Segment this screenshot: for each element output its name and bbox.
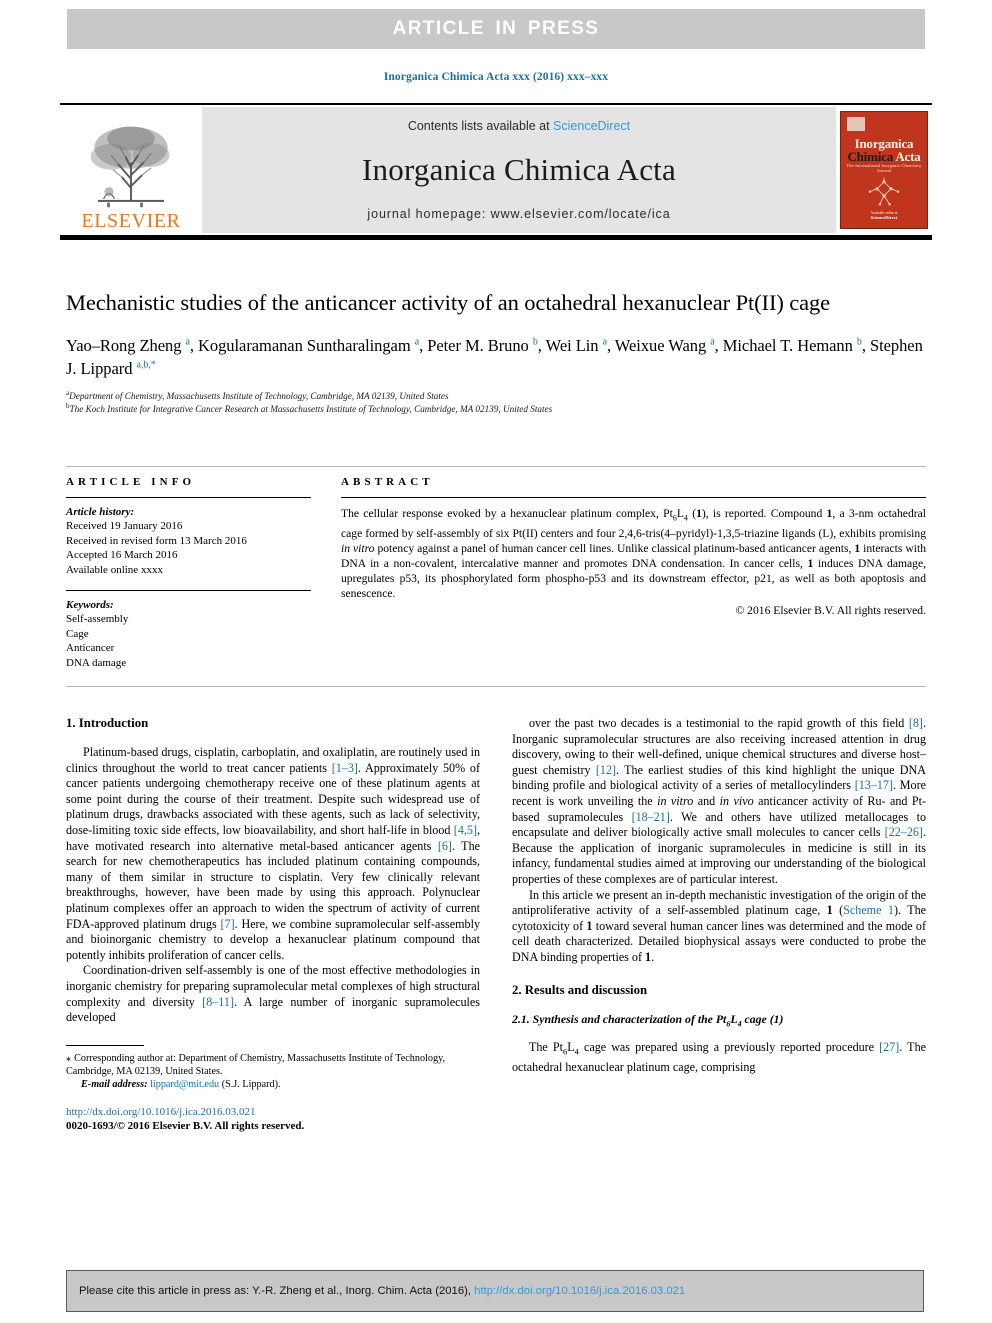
article-info-rule [66, 497, 311, 498]
affiliation-b-text: The Koch Institute for Integrative Cance… [69, 404, 553, 414]
cover-subtitle: The International Inorganic Chemistry Jo… [846, 163, 922, 173]
history-item: Accepted 16 March 2016 [66, 549, 178, 562]
email-address-link[interactable]: lippard@mit.edu [150, 1079, 219, 1090]
info-abstract-panel: ARTICLE INFO Article history: Received 1… [66, 476, 926, 670]
affiliation-a: aDepartment of Chemistry, Massachusetts … [66, 389, 926, 403]
history-item: Received 19 January 2016 [66, 520, 183, 533]
article-info-heading: ARTICLE INFO [66, 476, 196, 488]
journal-cover-wrapper: Inorganica Chimica Acta The Internationa… [836, 107, 932, 233]
panel-bottom-rule [66, 686, 926, 687]
paragraph: The Pt6L4 cage was prepared using a prev… [512, 1039, 926, 1074]
cover-title-chimica: Chimica [847, 149, 893, 164]
journal-homepage-line[interactable]: journal homepage: www.elsevier.com/locat… [367, 207, 670, 221]
paragraph: Coordination-driven self-assembly is one… [66, 963, 480, 1025]
contents-lists-line: Contents lists available at ScienceDirec… [408, 119, 630, 133]
abstract-text: The cellular response evoked by a hexanu… [341, 507, 926, 601]
history-item: Available online xxxx [66, 563, 163, 576]
abstract-copyright: © 2016 Elsevier B.V. All rights reserved… [735, 603, 926, 617]
section-heading-introduction: 1. Introduction [66, 716, 149, 730]
abstract-column: ABSTRACT The cellular response evoked by… [341, 476, 926, 670]
left-column: 1. Introduction Platinum-based drugs, ci… [66, 716, 480, 1134]
cover-title-acta: Acta [895, 149, 921, 164]
citation-footer-box: Please cite this article in press as: Y.… [66, 1270, 924, 1312]
citation-prefix: Please cite this article in press as: Y.… [79, 1285, 475, 1297]
history-item: Received in revised form 13 March 2016 [66, 534, 247, 547]
keywords-label: Keywords: [66, 599, 114, 612]
affiliation-b: bThe Koch Institute for Integrative Canc… [66, 402, 926, 416]
paragraph: In this article we present an in-depth m… [512, 887, 926, 964]
elsevier-logo: ELSEVIER [60, 107, 202, 233]
article-history-label: Article history: [66, 506, 135, 518]
cover-molecule-icon [868, 177, 900, 206]
article-history-block: Article history: Received 19 January 201… [66, 505, 311, 577]
running-head-citation: Inorganica Chimica Acta xxx (2016) xxx–x… [383, 71, 609, 83]
corresponding-author-text: Corresponding author at: Department of C… [66, 1052, 446, 1077]
email-owner: (S.J. Lippard). [221, 1079, 281, 1091]
keyword-item: Self-assembly [66, 613, 129, 626]
keywords-block: Keywords: Self-assembly Cage Anticancer … [66, 598, 311, 670]
article-in-press-label: ARTICLE IN PRESS [392, 18, 600, 39]
author-list: Yao–Rong Zheng a, Kogularamanan Sunthara… [66, 336, 923, 378]
email-address-label: E-mail address: [81, 1079, 148, 1091]
cover-publisher-mark [847, 117, 865, 131]
doi-block: http://dx.doi.org/10.1016/j.ica.2016.03.… [66, 1105, 480, 1134]
cover-footer-sciencedirect: ScienceDirect [870, 215, 898, 220]
journal-title: Inorganica Chimica Acta [362, 152, 676, 187]
keyword-item: Cage [66, 627, 89, 640]
keywords-rule [66, 590, 311, 592]
corresponding-author-footnote: ⁎ Corresponding author at: Department of … [66, 1052, 480, 1079]
subsection-heading-synthesis: 2.1. Synthesis and characterization of t… [512, 1011, 784, 1028]
cover-footer: Available online at ScienceDirect [841, 211, 927, 220]
affiliations: aDepartment of Chemistry, Massachusetts … [66, 389, 926, 416]
journal-masthead: ELSEVIER Contents lists available at Sci… [60, 107, 932, 233]
elsevier-wordmark: ELSEVIER [81, 210, 181, 232]
footnote-star-marker: ⁎ [66, 1052, 72, 1064]
paragraph: over the past two decades is a testimoni… [512, 716, 927, 886]
affiliation-a-text: Department of Chemistry, Massachusetts I… [69, 391, 449, 401]
paragraph: Platinum-based drugs, cisplatin, carbopl… [66, 745, 480, 962]
journal-article-page: ARTICLE IN PRESS Inorganica Chimica Acta… [0, 0, 992, 1323]
citation-doi-link[interactable]: http://dx.doi.org/10.1016/j.ica.2016.03.… [474, 1285, 685, 1297]
masthead-center: Contents lists available at ScienceDirec… [202, 107, 836, 233]
footnote-rule [66, 1044, 144, 1046]
contents-lists-prefix: Contents lists available at [407, 119, 554, 133]
article-in-press-banner: ARTICLE IN PRESS [67, 9, 925, 49]
title-block: Mechanistic studies of the anticancer ac… [66, 288, 926, 416]
article-title: Mechanistic studies of the anticancer ac… [66, 290, 831, 315]
article-info-column: ARTICLE INFO Article history: Received 1… [66, 476, 311, 670]
body-columns: 1. Introduction Platinum-based drugs, ci… [66, 716, 926, 1134]
right-column: over the past two decades is a testimoni… [512, 716, 926, 1134]
issn-copyright-line: 0020-1693/© 2016 Elsevier B.V. All right… [66, 1120, 305, 1133]
sciencedirect-link[interactable]: ScienceDirect [553, 119, 630, 133]
section-heading-results: 2. Results and discussion [512, 982, 648, 997]
elsevier-tree-icon [90, 126, 170, 208]
masthead-bottom-rule [60, 235, 932, 240]
keyword-item: Anticancer [66, 642, 115, 655]
abstract-heading: ABSTRACT [341, 476, 434, 488]
panel-top-rule [66, 466, 926, 467]
masthead-top-rule [60, 103, 932, 105]
abstract-rule [341, 497, 926, 498]
citation-footer-text: Please cite this article in press as: Y.… [79, 1285, 685, 1297]
email-footnote: E-mail address: lippard@mit.edu (S.J. Li… [66, 1078, 480, 1091]
journal-cover-image: Inorganica Chimica Acta The Internationa… [840, 111, 928, 229]
doi-link[interactable]: http://dx.doi.org/10.1016/j.ica.2016.03.… [66, 1105, 480, 1120]
keyword-item: DNA damage [66, 656, 127, 669]
